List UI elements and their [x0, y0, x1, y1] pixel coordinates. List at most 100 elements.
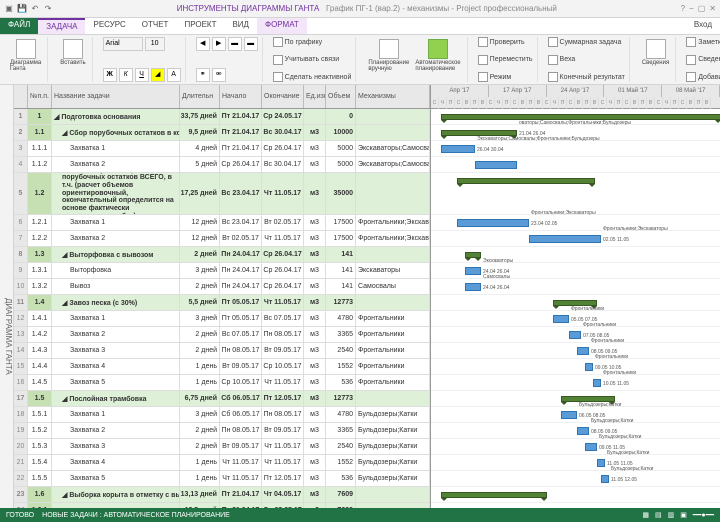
- col-vol[interactable]: Объем: [326, 85, 356, 108]
- gantt-row[interactable]: [431, 173, 720, 215]
- col-mech[interactable]: Механизмы: [356, 85, 430, 108]
- gantt-bar[interactable]: [475, 161, 517, 169]
- undo-icon[interactable]: ↶: [30, 4, 40, 14]
- fill-color-button[interactable]: ◢: [151, 68, 165, 82]
- mode-button[interactable]: Режим: [478, 72, 533, 82]
- table-row[interactable]: 71.2.2Захватка 212 днейВт 02.05.17Чт 11.…: [14, 231, 430, 247]
- gantt-row[interactable]: Экскаваторы;Самосвалы;Фронтальники;Бульд…: [431, 141, 720, 157]
- notes-button[interactable]: Заметки задачи: [686, 37, 720, 47]
- respect-links-button[interactable]: Учитывать связи: [273, 55, 352, 65]
- milestone-button[interactable]: Веха: [548, 55, 625, 65]
- gantt-bar[interactable]: [457, 178, 595, 184]
- gantt-bar[interactable]: [553, 315, 569, 323]
- gantt-row[interactable]: Бульдозеры;Катки11.05 12.05: [431, 471, 720, 487]
- task-grid[interactable]: №п.п. Название задачи Длительн Начало Ок…: [14, 85, 430, 508]
- col-unit[interactable]: Ед.изм: [304, 85, 326, 108]
- manual-schedule-button[interactable]: Планирование вручную: [366, 37, 411, 74]
- paste-button[interactable]: Вставить: [58, 37, 87, 68]
- table-row[interactable]: 21.1◢ Сбор порубочных остатков в конус9,…: [14, 125, 430, 141]
- gantt-row[interactable]: Фронтальники10.05 11.05: [431, 375, 720, 391]
- unlink-button[interactable]: ⚮: [212, 68, 226, 82]
- view-side-tab[interactable]: ДИАГРАММА ГАНТА: [0, 85, 14, 508]
- gantt-bar[interactable]: [441, 492, 547, 498]
- table-row[interactable]: 161.4.5Захватка 51 деньСр 10.05.17Чт 11.…: [14, 375, 430, 391]
- table-row[interactable]: 61.2.1Захватка 112 днейВс 23.04.17Вт 02.…: [14, 215, 430, 231]
- deliverable-button[interactable]: Конечный результат: [548, 72, 625, 82]
- tab-file[interactable]: ФАЙЛ: [0, 18, 38, 34]
- table-row[interactable]: 101.3.2Вывоз2 днейПн 24.04.17Ср 26.04.17…: [14, 279, 430, 295]
- table-row[interactable]: 11◢ Подготовка основания33,75 днейПт 21.…: [14, 109, 430, 125]
- help-icon[interactable]: ?: [681, 4, 685, 13]
- view-shortcut-icon[interactable]: ▦: [642, 511, 649, 519]
- gantt-row[interactable]: Бульдозеры;Катки09.05 11.05: [431, 439, 720, 455]
- on-track-button[interactable]: По графику: [273, 37, 352, 47]
- table-row[interactable]: 221.5.5Захватка 51 деньЧт 11.05.17Пт 12.…: [14, 471, 430, 487]
- gantt-bar[interactable]: [577, 427, 589, 435]
- view-shortcut-icon[interactable]: ▣: [680, 511, 687, 519]
- italic-button[interactable]: К: [119, 68, 133, 82]
- table-row[interactable]: 81.3◢ Выторфовка с вывозом2 днейПн 24.04…: [14, 247, 430, 263]
- gantt-row[interactable]: [431, 487, 720, 503]
- gantt-bar[interactable]: [597, 459, 605, 467]
- gantt-row[interactable]: Самосвалы24.04 26.04: [431, 279, 720, 295]
- gantt-row[interactable]: Бульдозеры;Катки11.05 11.05: [431, 455, 720, 471]
- inspect-button[interactable]: Проверить: [478, 37, 533, 47]
- gantt-bar[interactable]: [569, 331, 581, 339]
- table-row[interactable]: 111.4◢ Завоз песка (с 30%)5,5 днейПт 05.…: [14, 295, 430, 311]
- table-row[interactable]: 241.6.1◢ 12,5 днейПт 21.04.17Ср 03.05.17…: [14, 503, 430, 508]
- save-icon[interactable]: 💾: [17, 4, 27, 14]
- gantt-bar[interactable]: [577, 347, 589, 355]
- gantt-body[interactable]: оваторы;Самосвалы;Фронтальники;Бульдозер…: [431, 109, 720, 508]
- gantt-bar[interactable]: [465, 283, 481, 291]
- timeline-button[interactable]: Добавить на временную шкалу: [686, 72, 720, 82]
- details-button[interactable]: Сведения: [686, 55, 720, 65]
- gantt-chart[interactable]: Апр '1717 Апр '1724 Апр '1701 Май '1708 …: [430, 85, 720, 508]
- tab-resource[interactable]: РЕСУРС: [85, 18, 133, 34]
- table-row[interactable]: 211.5.4Захватка 41 деньЧт 11.05.17Чт 11.…: [14, 455, 430, 471]
- max-icon[interactable]: ▢: [698, 4, 706, 13]
- tab-format[interactable]: ФОРМАТ: [257, 18, 307, 34]
- link-button[interactable]: ⚭: [196, 68, 210, 82]
- bold-button[interactable]: Ж: [103, 68, 117, 82]
- move-button[interactable]: Переместить: [478, 55, 533, 65]
- gantt-bar[interactable]: [441, 145, 475, 153]
- table-row[interactable]: 201.5.3Захватка 32 днейВт 09.05.17Чт 11.…: [14, 439, 430, 455]
- inactivate-button[interactable]: Сделать неактивной: [273, 72, 352, 82]
- gantt-bar[interactable]: [585, 363, 593, 371]
- col-finish[interactable]: Окончание: [262, 85, 304, 108]
- outdent-button[interactable]: ◀: [196, 37, 210, 51]
- underline-button[interactable]: Ч: [135, 68, 149, 82]
- gantt-row[interactable]: [431, 247, 720, 263]
- gantt-view-button[interactable]: Диаграмма Ганта: [8, 37, 43, 74]
- info-button[interactable]: Сведения: [640, 37, 671, 68]
- table-row[interactable]: 91.3.1Выторфовка3 днейПн 24.04.17Ср 26.0…: [14, 263, 430, 279]
- tab-report[interactable]: ОТЧЕТ: [134, 18, 177, 34]
- table-row[interactable]: 181.5.1Захватка 13 днейСб 06.05.17Пн 08.…: [14, 407, 430, 423]
- col-wbs[interactable]: №п.п.: [28, 85, 52, 108]
- col-start[interactable]: Начало: [220, 85, 262, 108]
- gantt-bar[interactable]: [585, 443, 597, 451]
- table-row[interactable]: 171.5◢ Послойная трамбовка6,75 днейСб 06…: [14, 391, 430, 407]
- table-row[interactable]: 191.5.2Захватка 22 днейПн 08.05.17Вт 09.…: [14, 423, 430, 439]
- gantt-bar[interactable]: [601, 475, 609, 483]
- font-color-button[interactable]: A: [167, 68, 181, 82]
- redo-icon[interactable]: ↷: [43, 4, 53, 14]
- gantt-row[interactable]: Фронтальники09.05 10.05: [431, 359, 720, 375]
- gantt-bar[interactable]: [465, 252, 481, 258]
- gantt-row[interactable]: [431, 157, 720, 173]
- gantt-bar[interactable]: [593, 379, 601, 387]
- gantt-row[interactable]: Фронтальники07.05 08.05: [431, 327, 720, 343]
- indent-button[interactable]: ▶: [212, 37, 226, 51]
- gantt-bar[interactable]: [457, 219, 529, 227]
- table-row[interactable]: 31.1.1Захватка 14 днейПт 21.04.17Ср 26.0…: [14, 141, 430, 157]
- tab-project[interactable]: ПРОЕКТ: [176, 18, 224, 34]
- table-row[interactable]: 151.4.4Захватка 41 деньВт 09.05.17Ср 10.…: [14, 359, 430, 375]
- gantt-bar[interactable]: [561, 411, 577, 419]
- table-row[interactable]: 141.4.3Захватка 32 днейПн 08.05.17Вт 09.…: [14, 343, 430, 359]
- table-row[interactable]: 41.1.2Захватка 25 днейСр 26.04.17Вс 30.0…: [14, 157, 430, 173]
- gantt-row[interactable]: Фронтальники05.05 07.05: [431, 311, 720, 327]
- col-dur[interactable]: Длительн: [180, 85, 220, 108]
- pct25-button[interactable]: ▬: [228, 37, 242, 51]
- gantt-row[interactable]: Бульдозеры;Катки06.05 08.05: [431, 407, 720, 423]
- close-icon[interactable]: ✕: [709, 4, 716, 13]
